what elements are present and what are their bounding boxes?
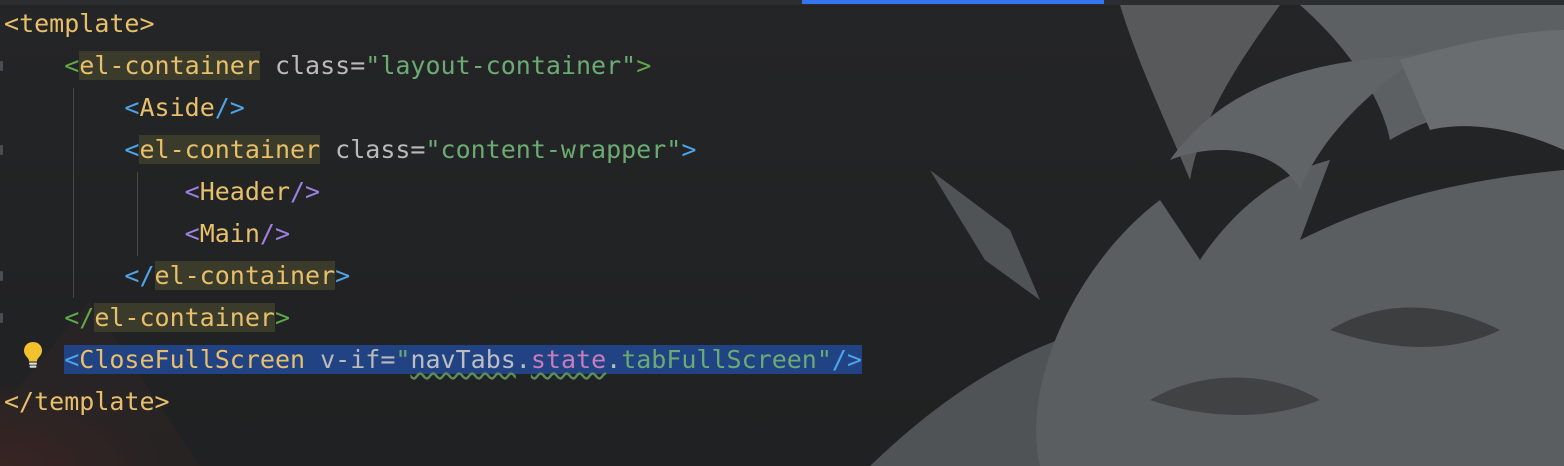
tag-bracket: /> bbox=[259, 219, 291, 248]
tag-bracket: > bbox=[335, 261, 351, 290]
expression-dot: . bbox=[515, 345, 531, 374]
fold-marker[interactable] bbox=[0, 145, 3, 155]
indentation bbox=[4, 177, 185, 206]
tag-name: Aside bbox=[139, 93, 215, 122]
tag-bracket: > bbox=[274, 303, 291, 332]
tag-bracket: < bbox=[64, 51, 80, 80]
tag-bracket: /> bbox=[214, 93, 245, 122]
attribute-name: class= bbox=[259, 51, 366, 80]
tag-name: template bbox=[19, 9, 140, 38]
indentation bbox=[4, 261, 124, 290]
tag-bracket: < bbox=[124, 93, 140, 122]
tag-bracket: > bbox=[681, 135, 697, 164]
expression-property: tabFullScreen bbox=[621, 345, 817, 374]
tag-bracket: /> bbox=[290, 177, 321, 206]
code-editor[interactable]: <template> <el-container class="layout-c… bbox=[0, 0, 1564, 466]
tag-name: Main bbox=[199, 219, 260, 248]
selected-code[interactable]: <CloseFullScreen v-if="navTabs.state.tab… bbox=[64, 345, 863, 374]
tag-bracket: < bbox=[184, 219, 200, 248]
tag-bracket: > bbox=[636, 51, 652, 80]
code-line-2[interactable]: <el-container class="layout-container"> bbox=[4, 46, 651, 86]
attribute-name: v-if= bbox=[305, 345, 396, 374]
expression-dot: . bbox=[606, 345, 622, 374]
fold-marker[interactable] bbox=[0, 61, 3, 71]
tag-bracket: < bbox=[4, 9, 20, 38]
code-line-7[interactable]: </el-container> bbox=[4, 256, 350, 296]
tag-name: template bbox=[34, 387, 155, 416]
lightbulb-icon[interactable] bbox=[21, 340, 45, 370]
tag-bracket: < bbox=[64, 345, 80, 374]
code-line-10[interactable]: </template> bbox=[4, 382, 170, 422]
quote: " bbox=[816, 345, 832, 374]
tag-bracket: /> bbox=[831, 345, 863, 374]
fold-marker[interactable] bbox=[0, 271, 3, 281]
indentation bbox=[4, 51, 64, 80]
code-line-9[interactable]: <CloseFullScreen v-if="navTabs.state.tab… bbox=[0, 340, 1564, 380]
tag-name: el-container bbox=[154, 261, 336, 290]
tag-bracket: > bbox=[154, 387, 170, 416]
attribute-name: class= bbox=[320, 135, 426, 164]
tag-name: el-container bbox=[94, 303, 275, 332]
attribute-value: "layout-container" bbox=[365, 51, 637, 80]
tag-name: CloseFullScreen bbox=[79, 345, 306, 374]
code-line-4[interactable]: <el-container class="content-wrapper"> bbox=[4, 130, 696, 170]
fold-marker[interactable] bbox=[0, 313, 3, 323]
code-line-3[interactable]: <Aside/> bbox=[4, 88, 245, 128]
expression-object: navTabs bbox=[410, 345, 516, 374]
active-tab-indicator[interactable] bbox=[802, 0, 1104, 4]
expression-member: state bbox=[530, 345, 607, 374]
tag-bracket: </ bbox=[64, 303, 95, 332]
tag-bracket: < bbox=[184, 177, 200, 206]
indentation bbox=[4, 219, 185, 248]
quote: " bbox=[395, 345, 411, 374]
code-line-5[interactable]: <Header/> bbox=[4, 172, 320, 212]
indentation bbox=[4, 93, 124, 122]
attribute-value: "content-wrapper" bbox=[425, 135, 682, 164]
tag-bracket: </ bbox=[124, 261, 155, 290]
tag-name: el-container bbox=[139, 135, 321, 164]
code-line-8[interactable]: </el-container> bbox=[4, 298, 290, 338]
tag-bracket: > bbox=[139, 9, 155, 38]
code-line-6[interactable]: <Main/> bbox=[4, 214, 290, 254]
tag-bracket: </ bbox=[4, 387, 35, 416]
editor-tab-bar bbox=[0, 0, 1564, 5]
indentation bbox=[4, 303, 64, 332]
tag-name: Header bbox=[199, 177, 290, 206]
code-line-1[interactable]: <template> bbox=[4, 4, 155, 44]
indentation bbox=[4, 135, 124, 164]
tag-bracket: < bbox=[124, 135, 140, 164]
tag-name: el-container bbox=[79, 51, 260, 80]
